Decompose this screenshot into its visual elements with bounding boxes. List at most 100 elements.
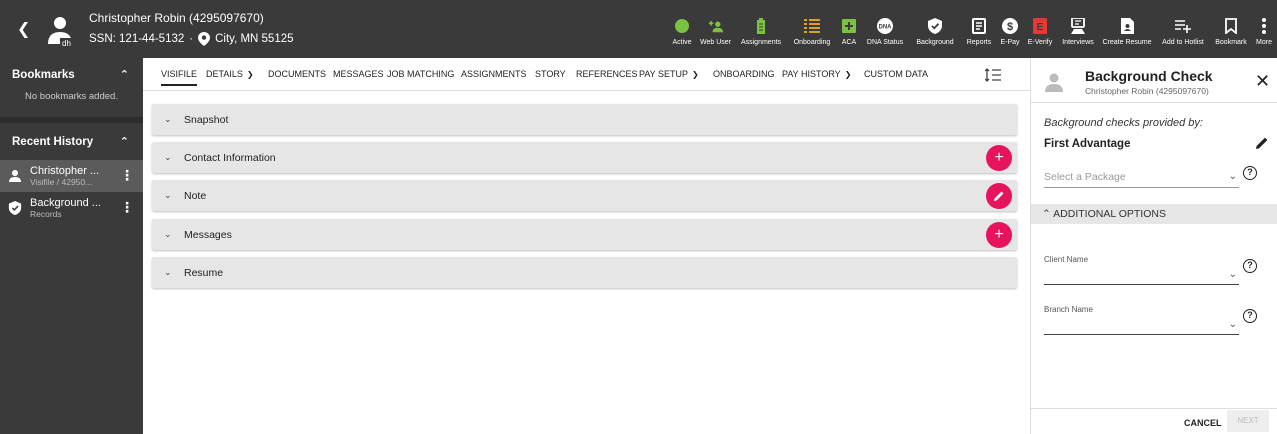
e-verify-icon: E xyxy=(1033,18,1047,34)
back-icon[interactable]: ❮ xyxy=(17,21,31,39)
package-select[interactable]: Select a Package ⌄ xyxy=(1044,164,1239,188)
client-name-select[interactable]: Client Name ⌄ xyxy=(1044,255,1239,285)
edit-note-button[interactable] xyxy=(986,183,1012,209)
status-dot-icon xyxy=(675,19,689,33)
branch-name-select[interactable]: Branch Name ⌄ xyxy=(1044,305,1239,335)
chevron-down-icon: ⌄ xyxy=(164,267,172,277)
history-item-title: Background ... xyxy=(30,196,101,209)
section-list-icon[interactable] xyxy=(985,67,1001,83)
toolbar-everify-button[interactable]: E E-Verify xyxy=(1023,0,1057,58)
tab-pay-history[interactable]: PAY HISTORY ❯ xyxy=(782,69,851,79)
tab-documents[interactable]: DOCUMENTS xyxy=(268,69,326,79)
recent-history-header[interactable]: Recent History ⌃ xyxy=(0,123,143,160)
more-vert-icon[interactable]: ⋮ xyxy=(120,200,134,214)
toolbar-more-button[interactable]: More xyxy=(1251,0,1277,58)
chevron-down-icon: ❯ xyxy=(246,70,254,79)
top-bar: ❮ dh Christopher Robin (4295097670) SSN:… xyxy=(0,0,1277,58)
playlist-add-icon xyxy=(1175,20,1191,33)
chevron-down-icon: ❯ xyxy=(692,70,699,79)
tab-references[interactable]: REFERENCES xyxy=(576,69,638,79)
candidate-name: Christopher Robin (4295097670) xyxy=(89,11,264,25)
person-icon xyxy=(1045,73,1063,92)
tab-bar: VISIFILE DETAILS ❯ DOCUMENTS MESSAGES JOB… xyxy=(143,58,1030,91)
tab-onboarding[interactable]: ONBOARDING xyxy=(713,69,775,79)
history-item-subtitle: Records xyxy=(30,208,62,219)
tab-pay-setup[interactable]: PAY SETUP ❯ xyxy=(639,69,699,79)
candidate-avatar-icon: dh xyxy=(46,14,78,48)
add-user-icon xyxy=(708,21,723,33)
toolbar-add-to-hotlist-button[interactable]: Add to Hotlist xyxy=(1155,0,1211,58)
toolbar-reports-button[interactable]: Reports xyxy=(961,0,997,58)
tab-story[interactable]: STORY xyxy=(535,69,566,79)
section-note[interactable]: ⌄ Note xyxy=(152,180,1017,211)
toolbar-onboarding-button[interactable]: Onboarding xyxy=(787,0,837,58)
section-title: Contact Information xyxy=(184,151,276,164)
toolbar-background-button[interactable]: Background xyxy=(909,0,961,58)
battery-icon xyxy=(757,18,765,34)
panel-title: Background Check xyxy=(1085,68,1213,84)
cancel-button[interactable]: CANCEL xyxy=(1184,418,1222,428)
person-icon xyxy=(9,170,21,182)
next-button[interactable]: NEXT xyxy=(1227,410,1269,432)
chevron-down-icon: ⌄ xyxy=(1228,171,1237,182)
location-pin-icon xyxy=(198,32,211,46)
section-title: Note xyxy=(184,189,207,202)
section-title: Messages xyxy=(184,228,232,241)
more-vert-icon xyxy=(1262,18,1266,34)
history-item-candidate[interactable]: Christopher ... Visifile / 42950... ⋮ xyxy=(0,160,143,192)
section-title: Snapshot xyxy=(184,113,229,126)
chevron-down-icon: ⌄ xyxy=(164,190,172,200)
provider-name: First Advantage xyxy=(1044,138,1131,150)
resume-icon xyxy=(1120,18,1134,34)
bookmarks-header[interactable]: Bookmarks ⌃ xyxy=(0,58,143,91)
tab-job-matching[interactable]: JOB MATCHING xyxy=(387,69,454,79)
plus-icon: + xyxy=(994,226,1004,243)
toolbar-bookmark-button[interactable]: Bookmark xyxy=(1211,0,1251,58)
toolbar-epay-button[interactable]: $ E-Pay xyxy=(997,0,1023,58)
toolbar-create-resume-button[interactable]: Create Resume xyxy=(1099,0,1155,58)
chevron-down-icon: ⌄ xyxy=(164,152,172,162)
pencil-icon xyxy=(994,191,1004,201)
toolbar-assignments-button[interactable]: Assignments xyxy=(735,0,787,58)
info-separator: · xyxy=(189,33,194,45)
tab-visifile[interactable]: VISIFILE xyxy=(161,69,198,86)
chevron-up-icon: ⌃ xyxy=(119,136,129,148)
panel-footer: CANCEL NEXT xyxy=(1031,408,1277,434)
candidate-location: City, MN 55125 xyxy=(215,33,294,45)
chevron-down-icon: ⌄ xyxy=(164,114,172,124)
tab-messages[interactable]: MESSAGES xyxy=(333,69,384,79)
chevron-down-icon: ⌄ xyxy=(1228,269,1237,280)
chevron-down-icon: ⌄ xyxy=(164,229,172,239)
help-icon[interactable]: ? xyxy=(1243,166,1257,180)
history-item-subtitle: Visifile / 42950... xyxy=(30,176,93,187)
svg-text:E: E xyxy=(1037,22,1044,33)
toolbar-dna-status-button[interactable]: DNA DNA Status xyxy=(861,0,909,58)
help-icon[interactable]: ? xyxy=(1243,309,1257,323)
toolbar-aca-button[interactable]: ACA xyxy=(837,0,861,58)
toolbar-web-user-button[interactable]: Web User xyxy=(696,0,735,58)
toolbar-active-button[interactable]: Active xyxy=(668,0,696,58)
bookmark-icon xyxy=(1225,18,1237,34)
section-snapshot[interactable]: ⌄ Snapshot xyxy=(152,104,1017,135)
tab-custom-data[interactable]: CUSTOM DATA xyxy=(864,69,928,79)
close-icon[interactable]: ✕ xyxy=(1255,72,1270,90)
background-check-panel: Background Check Christopher Robin (4295… xyxy=(1030,58,1277,434)
help-icon[interactable]: ? xyxy=(1243,259,1257,273)
tab-details[interactable]: DETAILS ❯ xyxy=(206,69,254,79)
section-resume[interactable]: ⌄ Resume xyxy=(152,257,1017,288)
history-item-background[interactable]: Background ... Records ⋮ xyxy=(0,192,143,224)
toolbar-interviews-button[interactable]: Interviews xyxy=(1057,0,1099,58)
shield-check-icon xyxy=(928,18,942,34)
add-contact-button[interactable]: + xyxy=(986,145,1012,171)
pencil-icon[interactable] xyxy=(1255,136,1269,150)
interview-icon xyxy=(1071,18,1085,34)
recent-history-title: Recent History xyxy=(12,135,94,148)
additional-options-header[interactable]: ⌃ ADDITIONAL OPTIONS xyxy=(1031,204,1277,224)
more-vert-icon[interactable]: ⋮ xyxy=(120,168,134,182)
tab-assignments[interactable]: ASSIGNMENTS xyxy=(461,69,527,79)
section-contact-information[interactable]: ⌄ Contact Information xyxy=(152,142,1017,173)
plus-icon: + xyxy=(994,149,1004,166)
report-icon xyxy=(972,18,986,34)
section-messages[interactable]: ⌄ Messages xyxy=(152,219,1017,250)
add-message-button[interactable]: + xyxy=(986,222,1012,248)
